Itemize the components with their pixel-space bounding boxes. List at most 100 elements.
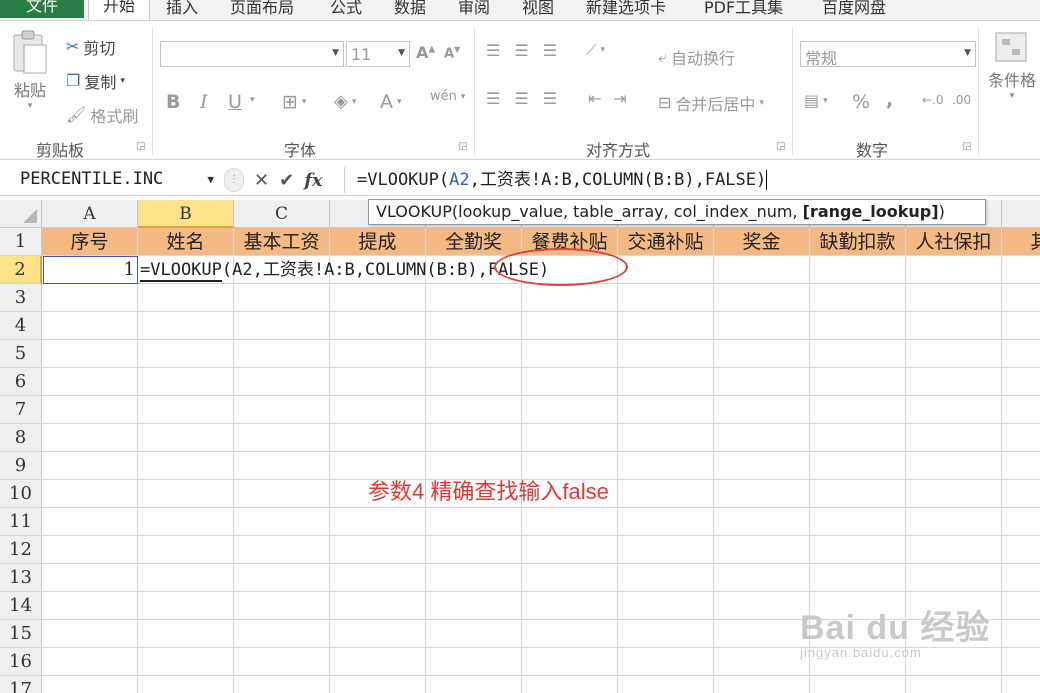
cancel-icon[interactable]: ✕ [254, 170, 269, 191]
row-header-4[interactable]: 4 [0, 312, 42, 340]
cell-f16[interactable] [522, 648, 618, 676]
cell-a9[interactable] [42, 452, 138, 480]
cell-b14[interactable] [138, 592, 234, 620]
cell-j8[interactable] [906, 424, 1002, 452]
cell-d5[interactable] [330, 340, 426, 368]
decrease-font-button[interactable]: A▼ [444, 45, 460, 61]
cell-h1[interactable]: 奖金 [714, 228, 810, 256]
border-button[interactable]: ⊞ ▾ [282, 91, 306, 113]
cell-i10[interactable] [810, 480, 906, 508]
cell-b11[interactable] [138, 508, 234, 536]
cell-c17[interactable] [234, 676, 330, 693]
cell-d12[interactable] [330, 536, 426, 564]
cell-f4[interactable] [522, 312, 618, 340]
cell-d11[interactable] [330, 508, 426, 536]
dialog-launcher-icon[interactable]: ◲ [136, 141, 145, 152]
tab-baidu-netdisk[interactable]: 百度网盘 [822, 0, 886, 20]
cell-i8[interactable] [810, 424, 906, 452]
cell-g2[interactable] [618, 256, 714, 284]
cell-i5[interactable] [810, 340, 906, 368]
cell-k13[interactable] [1002, 564, 1040, 592]
cell-j12[interactable] [906, 536, 1002, 564]
cell-g12[interactable] [618, 536, 714, 564]
cell-i2[interactable] [810, 256, 906, 284]
cell-j5[interactable] [906, 340, 1002, 368]
cell-a8[interactable] [42, 424, 138, 452]
cell-g14[interactable] [618, 592, 714, 620]
tab-file[interactable]: 文件 [0, 0, 84, 18]
dialog-launcher-icon[interactable]: ◲ [962, 141, 971, 152]
tab-formulas[interactable]: 公式 [330, 0, 362, 20]
cell-h10[interactable] [714, 480, 810, 508]
cell-e14[interactable] [426, 592, 522, 620]
tab-page-layout[interactable]: 页面布局 [230, 0, 294, 20]
cell-h7[interactable] [714, 396, 810, 424]
cell-k4[interactable] [1002, 312, 1040, 340]
cell-h6[interactable] [714, 368, 810, 396]
cell-d4[interactable] [330, 312, 426, 340]
cell-h5[interactable] [714, 340, 810, 368]
cell-f11[interactable] [522, 508, 618, 536]
row-header-12[interactable]: 12 [0, 536, 42, 564]
cell-a4[interactable] [42, 312, 138, 340]
row-header-16[interactable]: 16 [0, 648, 42, 676]
row-header-6[interactable]: 6 [0, 368, 42, 396]
cell-k6[interactable] [1002, 368, 1040, 396]
tab-home[interactable]: 开始 [88, 0, 150, 20]
cell-k10[interactable] [1002, 480, 1040, 508]
cell-k12[interactable] [1002, 536, 1040, 564]
cell-e3[interactable] [426, 284, 522, 312]
cell-g13[interactable] [618, 564, 714, 592]
cell-k1[interactable]: 其它 [1002, 228, 1040, 256]
cell-a14[interactable] [42, 592, 138, 620]
row-header-2[interactable]: 2 [0, 256, 42, 284]
cell-b13[interactable] [138, 564, 234, 592]
font-name-combo[interactable]: ▼ [160, 41, 344, 67]
fill-color-button[interactable]: ◈ ▾ [334, 91, 356, 112]
cell-a12[interactable] [42, 536, 138, 564]
cell-c12[interactable] [234, 536, 330, 564]
cell-h8[interactable] [714, 424, 810, 452]
cell-d16[interactable] [330, 648, 426, 676]
cell-g11[interactable] [618, 508, 714, 536]
bold-button[interactable]: B [166, 91, 180, 113]
cell-e17[interactable] [426, 676, 522, 693]
cell-g1[interactable]: 交通补贴 [618, 228, 714, 256]
cell-b1[interactable]: 姓名 [138, 228, 234, 256]
chevron-down-icon[interactable]: ▼ [207, 173, 214, 186]
column-header-b[interactable]: B [138, 200, 234, 228]
wrap-text-button[interactable]: ⤶ 自动换行 [658, 45, 735, 69]
orientation-button[interactable]: ⟋ ▾ [586, 41, 605, 59]
cell-c16[interactable] [234, 648, 330, 676]
cell-f13[interactable] [522, 564, 618, 592]
tab-insert[interactable]: 插入 [166, 0, 198, 20]
cell-c10[interactable] [234, 480, 330, 508]
cell-j7[interactable] [906, 396, 1002, 424]
row-header-10[interactable]: 10 [0, 480, 42, 508]
cell-e15[interactable] [426, 620, 522, 648]
cell-b2-editing-formula[interactable]: =VLOOKUP(A2,工资表!A:B,COLUMN(B:B),FALSE) [140, 256, 549, 284]
cell-k8[interactable] [1002, 424, 1040, 452]
cell-c3[interactable] [234, 284, 330, 312]
cell-a2[interactable]: 1 [42, 256, 138, 284]
cell-i3[interactable] [810, 284, 906, 312]
cell-h16[interactable] [714, 648, 810, 676]
horizontal-align-buttons[interactable]: ☰ ☰ ☰ [486, 89, 567, 108]
cell-h11[interactable] [714, 508, 810, 536]
name-box[interactable]: PERCENTILE.INC ▼ [12, 167, 220, 193]
cell-c5[interactable] [234, 340, 330, 368]
row-header-1[interactable]: 1 [0, 228, 42, 256]
font-color-button[interactable]: A ▾ [380, 91, 402, 113]
cell-d6[interactable] [330, 368, 426, 396]
formula-input[interactable]: =VLOOKUP(A2,工资表!A:B,COLUMN(B:B),FALSE) [344, 167, 768, 193]
cell-j2[interactable] [906, 256, 1002, 284]
chevron-down-icon[interactable]: ▾ [250, 95, 255, 105]
cell-g17[interactable] [618, 676, 714, 693]
row-header-17[interactable]: 17 [0, 676, 42, 693]
cell-h14[interactable] [714, 592, 810, 620]
cell-k9[interactable] [1002, 452, 1040, 480]
cell-d14[interactable] [330, 592, 426, 620]
cell-f14[interactable] [522, 592, 618, 620]
cell-h17[interactable] [714, 676, 810, 693]
cell-g3[interactable] [618, 284, 714, 312]
